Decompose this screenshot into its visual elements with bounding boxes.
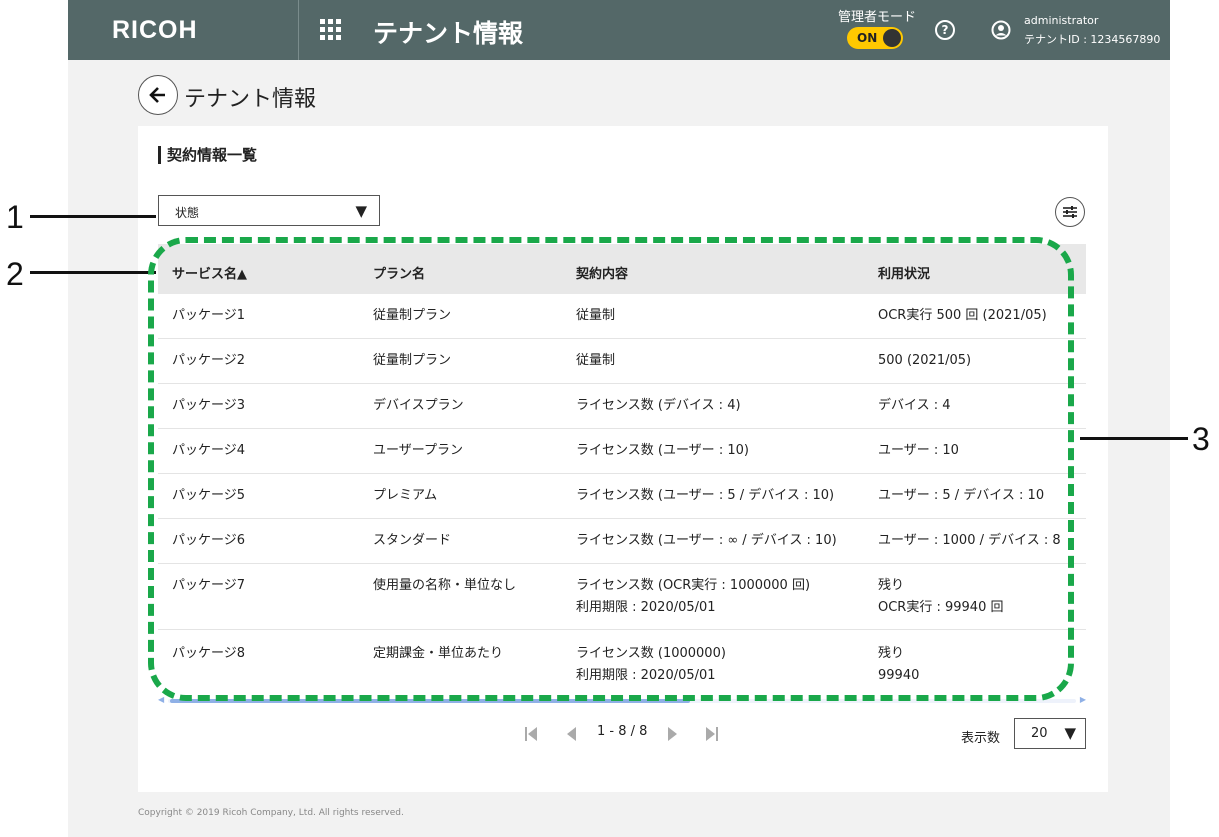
app-title: テナント情報 (373, 19, 524, 48)
brand-logo: RICOH (112, 16, 198, 44)
cell-usage: ユーザー : 10 (878, 443, 959, 458)
section-title: 契約情報一覧 (158, 146, 257, 164)
user-account-icon[interactable] (991, 20, 1011, 40)
cell-service: パッケージ2 (172, 353, 246, 368)
cell-plan: 使用量の名称・単位なし (373, 578, 517, 593)
cell-plan: デバイスプラン (373, 398, 464, 413)
table-row[interactable]: パッケージ8 定期課金・単位あたり ライセンス数 (1000000) 利用期限 … (158, 630, 1086, 698)
cell-contract-expiry: 利用期限 : 2020/05/01 (576, 600, 716, 615)
status-filter-value: 状態 (175, 206, 200, 220)
cell-service: パッケージ7 (172, 578, 246, 593)
cell-service: パッケージ1 (172, 308, 246, 323)
app-window: RICOH テナント情報 管理者モード ON ? administrator テ… (68, 0, 1170, 837)
cell-usage: ユーザー : 1000 / デバイス : 8 (878, 533, 1061, 548)
cell-usage-detail: OCR実行 : 99940 回 (878, 600, 1004, 615)
toggle-knob (883, 29, 901, 47)
cell-plan: 従量制プラン (373, 308, 452, 323)
cell-plan: ユーザープラン (373, 443, 463, 458)
table-row[interactable]: パッケージ3 デバイスプラン ライセンス数 (デバイス : 4) デバイス : … (158, 384, 1086, 429)
help-icon[interactable]: ? (935, 20, 955, 40)
cell-contract: 従量制 (576, 308, 616, 323)
cell-service: パッケージ6 (172, 533, 246, 548)
cell-plan: 定期課金・単位あたり (373, 646, 504, 661)
previous-page-icon[interactable] (566, 726, 576, 746)
cell-service: パッケージ3 (172, 398, 246, 413)
page-size-dropdown[interactable]: 20 ▼ (1014, 718, 1086, 749)
cell-plan: スタンダード (373, 533, 452, 548)
cell-plan: 従量制プラン (373, 353, 452, 368)
cell-contract: ライセンス数 (デバイス : 4) (576, 398, 741, 413)
tenant-id: テナントID : 1234567890 (1024, 33, 1161, 46)
top-bar: RICOH テナント情報 管理者モード ON ? administrator テ… (68, 0, 1170, 60)
cell-usage: 残り (878, 646, 905, 661)
scrollbar-thumb[interactable] (170, 699, 690, 703)
cell-service: パッケージ5 (172, 488, 246, 503)
column-header-service[interactable]: サービス名▲ (172, 263, 247, 282)
table-row[interactable]: パッケージ2 従量制プラン 従量制 500 (2021/05) (158, 339, 1086, 384)
copyright-text: Copyright © 2019 Ricoh Company, Ltd. All… (138, 808, 404, 818)
table-row[interactable]: パッケージ1 従量制プラン 従量制 OCR実行 500 回 (2021/05) (158, 294, 1086, 339)
cell-usage: 残り (878, 578, 905, 593)
cell-usage: ユーザー : 5 / デバイス : 10 (878, 488, 1045, 503)
scroll-right-icon[interactable]: ▶ (1080, 695, 1086, 704)
next-page-icon[interactable] (668, 726, 678, 746)
cell-usage: 500 (2021/05) (878, 353, 972, 368)
page-range: 1 - 8 / 8 (597, 724, 648, 739)
last-page-icon[interactable] (705, 726, 719, 746)
first-page-icon[interactable] (524, 726, 538, 746)
table-row[interactable]: パッケージ5 プレミアム ライセンス数 (ユーザー : 5 / デバイス : 1… (158, 474, 1086, 519)
cell-plan: プレミアム (373, 488, 438, 503)
cell-service: パッケージ4 (172, 443, 246, 458)
admin-mode-label: 管理者モード (838, 10, 917, 25)
chevron-down-icon: ▼ (1064, 724, 1076, 742)
arrow-left-icon (149, 87, 165, 103)
cell-usage-detail: 99940 (878, 668, 920, 683)
cell-contract: 従量制 (576, 353, 616, 368)
callout-number-1: 1 (6, 199, 24, 235)
cell-contract: ライセンス数 (ユーザー : 5 / デバイス : 10) (576, 488, 835, 503)
scroll-left-icon[interactable]: ◀ (158, 695, 164, 704)
callout-number-3: 3 (1192, 421, 1210, 457)
cell-contract: ライセンス数 (1000000) (576, 646, 726, 661)
table-row[interactable]: パッケージ4 ユーザープラン ライセンス数 (ユーザー : 10) ユーザー :… (158, 429, 1086, 474)
brand-divider (298, 0, 299, 60)
table-row[interactable]: パッケージ6 スタンダード ライセンス数 (ユーザー : ∞ / デバイス : … (158, 519, 1086, 564)
back-button[interactable] (138, 75, 178, 115)
cell-usage: OCR実行 500 回 (2021/05) (878, 308, 1047, 323)
callout-line-1 (30, 215, 156, 218)
cell-usage: デバイス : 4 (878, 398, 951, 413)
callout-line-3 (1080, 437, 1188, 440)
horizontal-scrollbar[interactable]: ◀ ▶ (158, 695, 1086, 705)
table-header: サービス名▲ プラン名 契約内容 利用状況 (158, 244, 1086, 294)
status-filter-dropdown[interactable]: 状態 ▼ (158, 195, 380, 226)
chevron-down-icon: ▼ (355, 202, 367, 220)
table-row[interactable]: パッケージ7 使用量の名称・単位なし ライセンス数 (OCR実行 : 10000… (158, 564, 1086, 630)
column-header-contract: 契約内容 (576, 267, 629, 282)
column-settings-button[interactable] (1055, 197, 1085, 227)
toggle-state-label: ON (857, 31, 878, 45)
cell-service: パッケージ8 (172, 646, 246, 661)
sliders-icon (1063, 206, 1077, 218)
cell-contract: ライセンス数 (ユーザー : 10) (576, 443, 749, 458)
callout-line-2 (30, 271, 156, 274)
contract-card: 契約情報一覧 状態 ▼ サービス名▲ プラン名 契約内容 利用状況 パッケージ1… (138, 126, 1108, 792)
contract-table: サービス名▲ プラン名 契約内容 利用状況 パッケージ1 従量制プラン 従量制 … (158, 244, 1086, 698)
admin-mode-toggle[interactable]: ON (847, 27, 903, 49)
page-title: テナント情報 (184, 87, 317, 112)
page-size-label: 表示数 (961, 731, 1001, 746)
cell-contract: ライセンス数 (ユーザー : ∞ / デバイス : 10) (576, 533, 837, 548)
column-header-plan: プラン名 (373, 267, 426, 282)
callout-number-2: 2 (6, 256, 24, 292)
column-header-usage: 利用状況 (878, 267, 931, 282)
user-name: administrator (1024, 14, 1099, 27)
cell-contract-expiry: 利用期限 : 2020/05/01 (576, 668, 716, 683)
apps-grid-icon[interactable] (320, 19, 342, 41)
cell-contract: ライセンス数 (OCR実行 : 1000000 回) (576, 578, 811, 593)
page-size-value: 20 (1031, 726, 1048, 741)
